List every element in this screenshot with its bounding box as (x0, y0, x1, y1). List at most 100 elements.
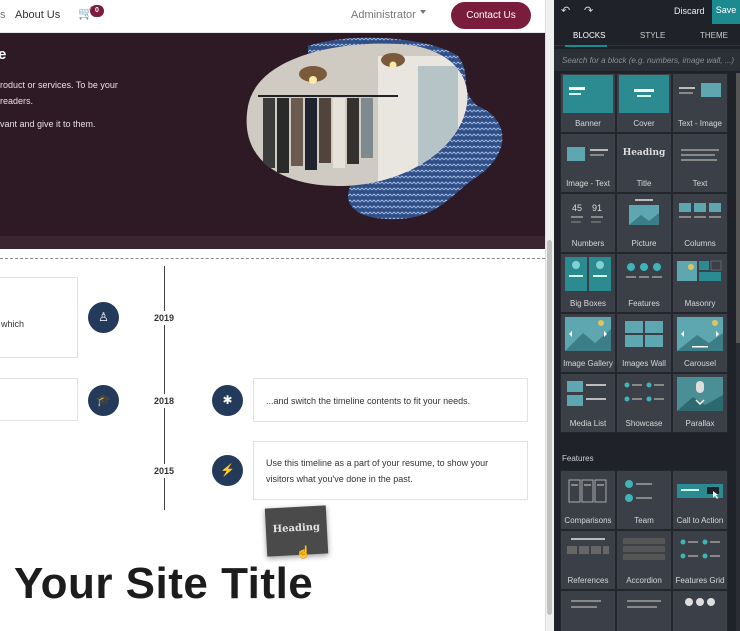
hero-paragraph-1: roduct or services. To be your readers. (0, 80, 118, 106)
hero-title: e (0, 46, 7, 63)
image-gallery-thumbnail-icon (565, 317, 611, 351)
block-label: Features Grid (675, 576, 725, 585)
block-label: Text - Image (677, 119, 722, 128)
block-team[interactable]: Team (616, 470, 672, 530)
block-partial-2[interactable] (616, 590, 672, 631)
save-button[interactable]: Save (712, 0, 740, 24)
block-label: Masonry (684, 299, 716, 308)
timeline-year: 2015 (154, 464, 175, 478)
block-images-wall[interactable]: Images Wall (616, 313, 672, 373)
block-label: Showcase (625, 419, 663, 428)
tab-theme[interactable]: THEME (700, 31, 728, 40)
masonry-thumbnail-icon (677, 260, 722, 281)
block-partial-1[interactable] (560, 590, 616, 631)
block-image-gallery[interactable]: Image Gallery (560, 313, 616, 373)
redo-icon[interactable]: ↷ (584, 4, 593, 17)
graduation-cap-icon: 🎓 (88, 385, 119, 416)
block-label: Image - Text (566, 179, 610, 188)
block-banner[interactable]: Banner (560, 73, 616, 133)
list-thumbnail-icon (571, 600, 601, 608)
block-features-grid[interactable]: Features Grid (672, 530, 728, 590)
timeline-year: 2018 (154, 394, 175, 408)
block-label: Comparisons (564, 516, 612, 525)
discard-button[interactable]: Discard (674, 6, 705, 16)
carousel-thumbnail-icon (677, 317, 723, 351)
tab-style[interactable]: STYLE (640, 31, 665, 40)
big-boxes-thumbnail-icon (565, 257, 611, 291)
undo-icon[interactable]: ↶ (561, 4, 570, 17)
text-image-thumbnail-icon (679, 83, 721, 97)
features-section-header: Features (554, 442, 740, 470)
features-grid-thumbnail-icon (680, 539, 720, 559)
parallax-thumbnail-icon (677, 377, 723, 411)
block-label: Numbers (571, 239, 605, 248)
contact-us-button[interactable]: Contact Us (451, 2, 531, 29)
block-label: Features (628, 299, 660, 308)
timeline-card-left-2[interactable] (0, 378, 78, 421)
images-wall-thumbnail-icon (625, 321, 663, 347)
svg-text:91: 91 (592, 203, 602, 213)
block-label: Title (636, 179, 652, 188)
block-carousel[interactable]: Carousel (672, 313, 728, 373)
block-big-boxes[interactable]: Big Boxes (560, 253, 616, 313)
nav-item-cut[interactable]: s (0, 9, 6, 21)
comparisons-thumbnail-icon (568, 479, 607, 503)
block-columns[interactable]: Columns (672, 193, 728, 253)
block-search-input[interactable]: Search for a block (e.g. numbers, image … (554, 49, 740, 71)
block-label: Text (692, 179, 708, 188)
block-text-image[interactable]: Text - Image (672, 73, 728, 133)
block-features[interactable]: Features (616, 253, 672, 313)
panel-scrollbar-thumb[interactable] (736, 73, 740, 343)
block-comparisons[interactable]: Comparisons (560, 470, 616, 530)
block-label: References (567, 576, 609, 585)
block-label: Cover (633, 119, 655, 128)
editor-sidebar: ↶ ↷ Discard Save BLOCKS STYLE THEME Sear… (554, 0, 740, 631)
block-media-list[interactable]: Media List (560, 373, 616, 433)
timeline-card-left-1[interactable]: which (0, 277, 78, 358)
preview-scrollbar-thumb[interactable] (547, 240, 552, 615)
image-text-thumbnail-icon (567, 147, 608, 161)
block-masonry[interactable]: Masonry (672, 253, 728, 313)
block-label: Columns (684, 239, 716, 248)
block-accordion[interactable]: Accordion (616, 530, 672, 590)
block-label: Call to Action (676, 516, 724, 525)
features-section-title: Features (562, 454, 594, 463)
block-title[interactable]: Heading Title (616, 133, 672, 193)
block-text[interactable]: Text (672, 133, 728, 193)
block-divider-dashed (0, 258, 545, 259)
block-label: Image Gallery (563, 359, 613, 368)
block-parallax[interactable]: Parallax (672, 373, 728, 433)
tab-blocks[interactable]: BLOCKS (573, 31, 605, 40)
cart-count-badge: 0 (90, 5, 104, 17)
site-title-heading[interactable]: Your Site Title (14, 559, 313, 609)
editor-toolbar: ↶ ↷ Discard Save (554, 0, 740, 24)
timeline-card-text: ...and switch the timeline contents to f… (266, 396, 471, 406)
block-references[interactable]: References (560, 530, 616, 590)
admin-menu[interactable]: Administrator (351, 9, 416, 21)
block-picture[interactable]: Picture (616, 193, 672, 253)
block-image-text[interactable]: Image - Text (560, 133, 616, 193)
asterisk-icon: ✱ (212, 385, 243, 416)
block-label: Images Wall (622, 359, 666, 368)
title-thumbnail-icon: Heading (623, 148, 666, 158)
block-numbers[interactable]: 45 91 Numbers (560, 193, 616, 253)
grab-hand-cursor-icon: ☝ (296, 545, 311, 559)
block-cover[interactable]: Cover (616, 73, 672, 133)
svg-text:45: 45 (572, 203, 582, 213)
references-thumbnail-icon (567, 538, 609, 554)
block-label: Big Boxes (569, 299, 607, 308)
timeline-card-right-2[interactable]: Use this timeline as a part of your resu… (253, 441, 528, 500)
hero-image[interactable] (228, 36, 518, 222)
accordion-thumbnail-icon (623, 538, 665, 560)
block-showcase[interactable]: Showcase (616, 373, 672, 433)
text-thumbnail-icon (681, 149, 719, 161)
caret-down-icon[interactable] (420, 10, 426, 14)
active-tab-indicator (565, 45, 607, 47)
banner-thumbnail-icon (563, 75, 613, 113)
hero-bottom-band (0, 236, 545, 249)
block-partial-3[interactable] (672, 590, 728, 631)
nav-item-about[interactable]: About Us (15, 9, 60, 21)
block-call-to-action[interactable]: Call to Action (672, 470, 728, 530)
timeline-card-right-1[interactable]: ...and switch the timeline contents to f… (253, 378, 528, 422)
top-navbar: s About Us 🛒 0 Administrator Contact Us (0, 0, 545, 33)
